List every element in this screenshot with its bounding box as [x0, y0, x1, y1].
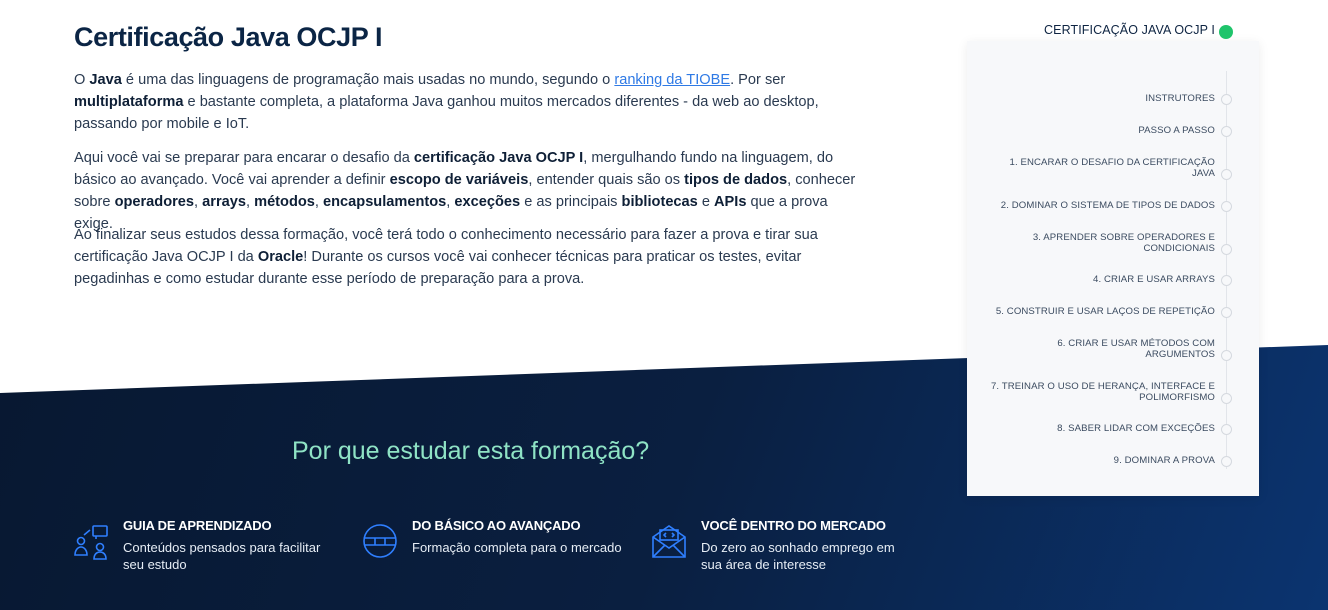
tiobe-ranking-link[interactable]: ranking da TIOBE [614, 72, 730, 88]
toc-item-label-line: 6. CRIAR E USAR MÉTODOS COM [1057, 338, 1215, 349]
paragraph-text: . Por ser [730, 72, 786, 88]
toc-item[interactable]: INSTRUTORES [1145, 93, 1215, 104]
emphasis-text: escopo de variáveis [389, 172, 529, 188]
toc-item[interactable]: 9. DOMINAR A PROVA [1114, 455, 1215, 466]
page-title: Certificação Java OCJP I [74, 22, 383, 52]
paragraph-text: é uma das linguagens de programação mais… [121, 72, 615, 88]
toc-item-label: PASSO A PASSO [1138, 125, 1215, 136]
paragraph-text: , [194, 194, 203, 210]
toc-item-label-line: 3. APRENDER SOBRE OPERADORES E [1032, 232, 1215, 243]
toc-item-label: 6. CRIAR E USAR MÉTODOS COM ARGUMENTOS [1057, 338, 1215, 360]
emphasis-text: Oracle [257, 249, 304, 265]
emphasis-text: arrays [202, 194, 246, 210]
toc-dot[interactable] [1221, 275, 1232, 286]
toc-item-label-line: 1. ENCARAR O DESAFIO DA CERTIFICAÇÃO [1009, 157, 1215, 168]
toc-item[interactable]: 1. ENCARAR O DESAFIO DA CERTIFICAÇÃO JAVA [1010, 157, 1215, 179]
why-study-title: Por que estudar esta formação? [292, 437, 650, 465]
toc-item[interactable]: 7. TREINAR O USO DE HERANÇA, INTERFACE E… [991, 381, 1215, 403]
toc-dot[interactable] [1221, 456, 1232, 467]
feature-description: Formação completa para o mercado [412, 540, 622, 555]
toc-item[interactable]: CERTIFICAÇÃO JAVA OCJP I [1044, 23, 1215, 37]
emphasis-text: exceções [454, 194, 521, 210]
toc-item[interactable]: 3. APRENDER SOBRE OPERADORES E CONDICIONA… [1033, 232, 1215, 254]
emphasis-text: APIs [714, 194, 747, 210]
toc-item-label: 4. CRIAR E USAR ARRAYS [1093, 274, 1215, 285]
paragraph-text: , [314, 194, 324, 210]
toc-item-label: 1. ENCARAR O DESAFIO DA CERTIFICAÇÃO JAVA [1010, 157, 1215, 179]
emphasis-text: Java [89, 72, 122, 88]
basic-to-advanced-icon [363, 524, 399, 560]
emphasis-text: métodos [254, 194, 315, 210]
toc-item-label: 2. DOMINAR O SISTEMA DE TIPOS DE DADOS [1000, 200, 1215, 211]
toc-item-label-line: JAVA [1192, 168, 1215, 179]
paragraph-text: Aqui você vai se preparar para encarar o… [74, 150, 414, 166]
intro-paragraph-2: Aqui você vai se preparar para encarar o… [74, 147, 864, 235]
toc-item-label: 9. DOMINAR A PROVA [1113, 455, 1215, 466]
toc-dot[interactable] [1221, 307, 1232, 318]
paragraph-text: O [74, 72, 90, 88]
toc-item[interactable]: 4. CRIAR E USAR ARRAYS [1093, 274, 1215, 285]
toc-item[interactable]: 5. CONSTRUIR E USAR LAÇOS DE REPETIÇÃO [996, 306, 1215, 317]
toc-item-label-line: CONDICIONAIS [1143, 243, 1215, 254]
feature-title: VOCÊ DENTRO DO MERCADO [701, 518, 886, 533]
toc-item[interactable]: PASSO A PASSO [1138, 125, 1215, 136]
toc-item-label: 8. SABER LIDAR COM EXCEÇÕES [1057, 423, 1215, 434]
market-envelope-icon [652, 524, 688, 560]
toc-active-dot[interactable] [1219, 25, 1233, 39]
paragraph-text: , [245, 194, 255, 210]
paragraph-text: e as principais [520, 194, 622, 210]
paragraph-text: , entender quais são os [528, 172, 685, 188]
toc-item-label-line: ARGUMENTOS [1145, 349, 1215, 360]
toc-item-label: 5. CONSTRUIR E USAR LAÇOS DE REPETIÇÃO [995, 306, 1215, 317]
emphasis-text: tipos de dados [684, 172, 788, 188]
toc-dot[interactable] [1221, 94, 1232, 105]
toc-dot[interactable] [1221, 393, 1232, 404]
emphasis-text: multiplataforma [74, 94, 184, 110]
toc-item[interactable]: 6. CRIAR E USAR MÉTODOS COM ARGUMENTOS [1057, 338, 1215, 360]
intro-paragraph-3: Ao finalizar seus estudos dessa formação… [74, 224, 864, 290]
learning-guide-icon [74, 524, 110, 560]
toc-item[interactable]: 2. DOMINAR O SISTEMA DE TIPOS DE DADOS [1001, 200, 1215, 211]
emphasis-text: encapsulamentos [323, 194, 447, 210]
toc-dot[interactable] [1221, 350, 1232, 361]
toc-dot[interactable] [1221, 126, 1232, 137]
toc-item-label: CERTIFICAÇÃO JAVA OCJP I [1044, 23, 1215, 37]
feature-title: DO BÁSICO AO AVANÇADO [412, 518, 581, 533]
toc-dot[interactable] [1221, 424, 1232, 435]
table-of-contents: CERTIFICAÇÃO JAVA OCJP I INSTRUTORES PASSO… [967, 24, 1259, 496]
feature-description: Conteúdos pensados para facilitar seu es… [123, 540, 321, 572]
feature-title: GUIA DE APRENDIZADO [123, 518, 272, 533]
toc-item-label: 3. APRENDER SOBRE OPERADORES E CONDICIONA… [1033, 232, 1215, 254]
toc-item[interactable]: 8. SABER LIDAR COM EXCEÇÕES [1057, 423, 1215, 434]
toc-dot[interactable] [1221, 169, 1232, 180]
emphasis-text: bibliotecas [621, 194, 698, 210]
toc-dot[interactable] [1221, 244, 1232, 255]
toc-dot[interactable] [1221, 201, 1232, 212]
toc-item-label-line: POLIMORFISMO [1139, 392, 1215, 403]
emphasis-text: certificação Java OCJP I [413, 150, 584, 166]
paragraph-text: e [697, 194, 715, 210]
toc-item-label: INSTRUTORES [1145, 93, 1215, 104]
emphasis-text: operadores [114, 194, 195, 210]
feature-description: Do zero ao sonhado emprego em sua área d… [701, 540, 895, 572]
toc-item-label: 7. TREINAR O USO DE HERANÇA, INTERFACE E… [991, 381, 1215, 403]
intro-paragraph-1: O Java é uma das linguagens de programaç… [74, 69, 864, 135]
paragraph-text: e bastante completa, a plataforma Java g… [74, 94, 819, 132]
toc-item-label-line: 7. TREINAR O USO DE HERANÇA, INTERFACE E [991, 381, 1215, 392]
